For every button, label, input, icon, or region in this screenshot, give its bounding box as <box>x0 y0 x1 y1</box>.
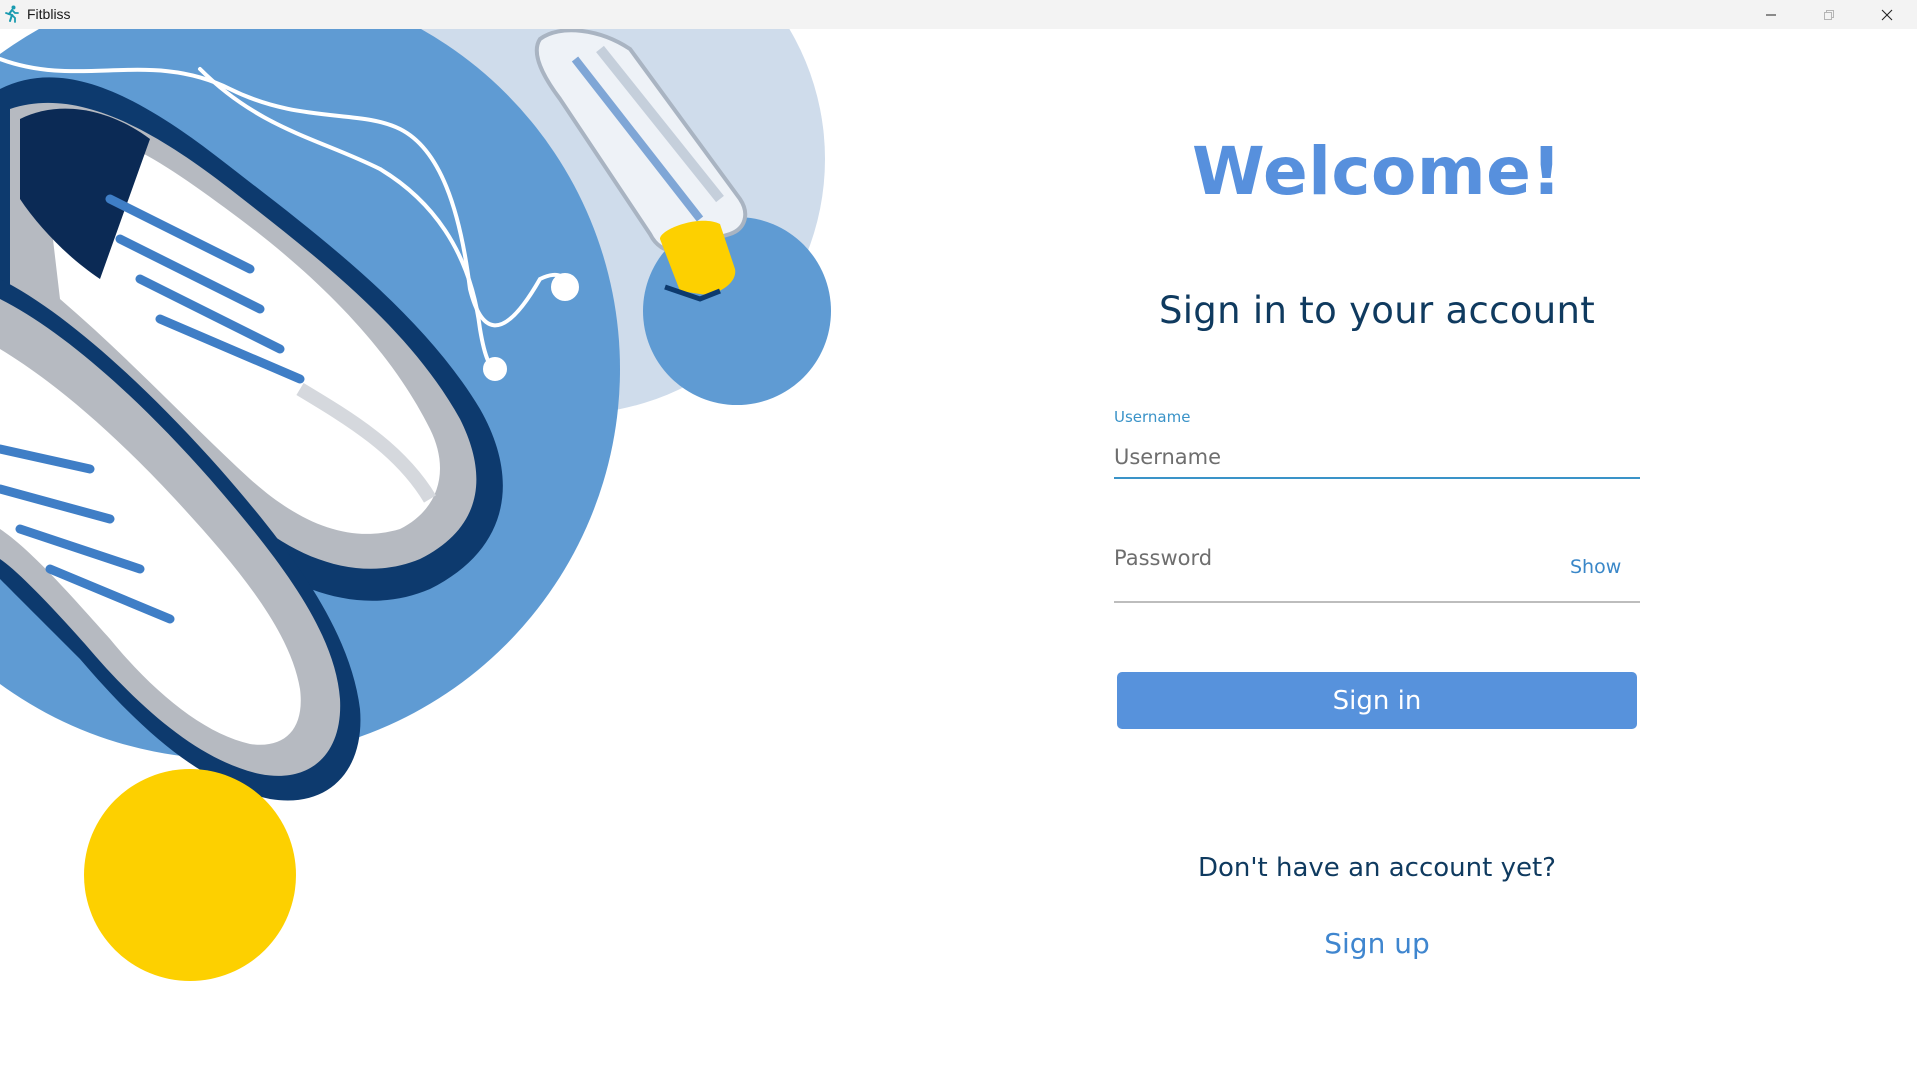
signin-button[interactable]: Sign in <box>1117 672 1637 729</box>
signin-panel: Welcome! Sign in to your account Usernam… <box>1114 29 1640 1075</box>
no-account-text: Don't have an account yet? <box>1198 853 1556 883</box>
signup-link[interactable]: Sign up <box>1114 927 1640 960</box>
title-bar: Fitbliss <box>0 0 1917 29</box>
window-title: Fitbliss <box>27 6 71 22</box>
password-field: Show <box>1114 529 1640 634</box>
signin-subtitle: Sign in to your account <box>1158 289 1596 332</box>
minimize-icon <box>1765 9 1777 21</box>
username-field: Username <box>1114 408 1640 500</box>
password-underline <box>1114 601 1640 603</box>
hero-illustration <box>0 29 840 1075</box>
yellow-circle <box>84 769 296 981</box>
username-label: Username <box>1114 408 1191 426</box>
maximize-button[interactable] <box>1800 0 1858 29</box>
welcome-heading: Welcome! <box>1192 133 1562 210</box>
show-password-button[interactable]: Show <box>1570 556 1621 578</box>
maximize-icon <box>1823 9 1835 21</box>
username-underline <box>1114 477 1640 479</box>
close-icon <box>1881 9 1893 21</box>
password-input[interactable] <box>1114 541 1554 575</box>
running-person-icon <box>5 5 19 23</box>
username-input[interactable] <box>1114 440 1640 474</box>
minimize-button[interactable] <box>1742 0 1800 29</box>
close-button[interactable] <box>1858 0 1916 29</box>
